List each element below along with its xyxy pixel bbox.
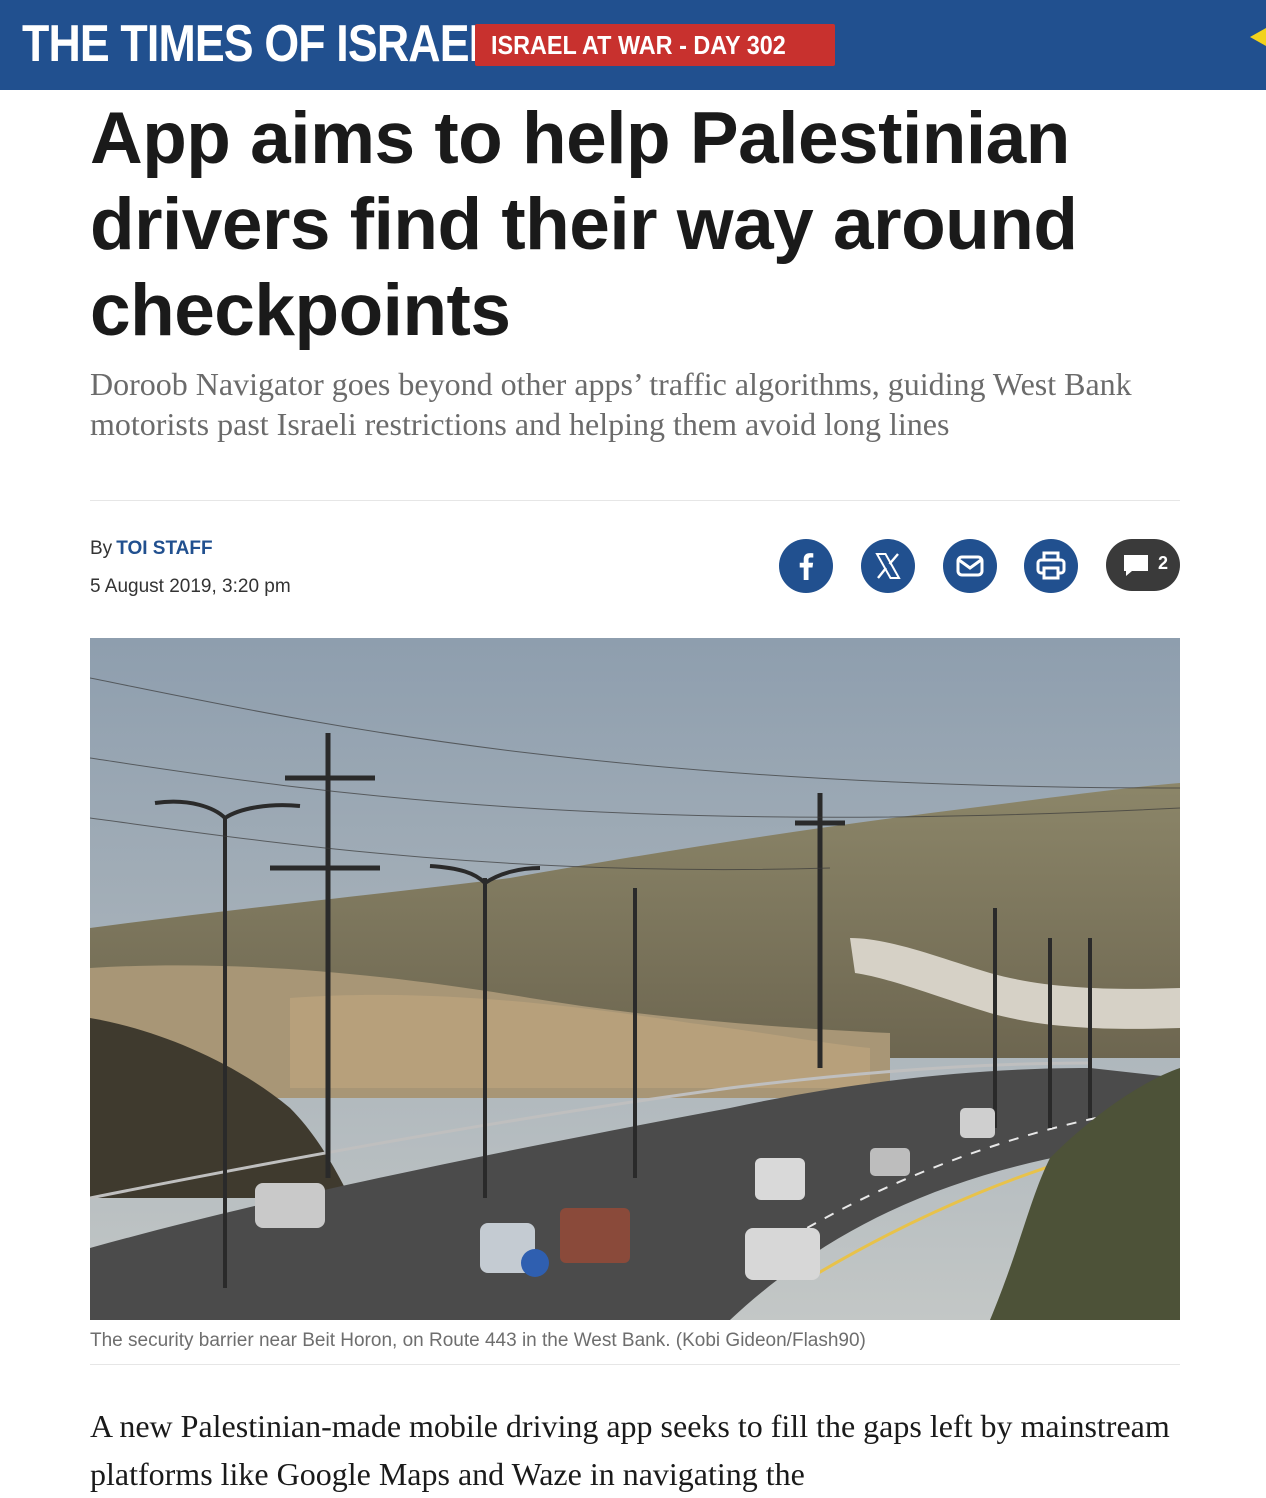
byline: By TOI STAFF xyxy=(90,538,213,560)
publish-date: 5 August 2019, 3:20 pm xyxy=(90,576,291,597)
site-logo[interactable]: THE TIMES OF ISRAEL xyxy=(22,14,496,74)
article-body-paragraph: A new Palestinian-made mobile driving ap… xyxy=(90,1408,1170,1492)
photo-caption: The security barrier near Beit Horon, on… xyxy=(90,1330,866,1351)
article-headline: App aims to help Palestinian drivers fin… xyxy=(90,98,1078,351)
x-share-button[interactable] xyxy=(861,539,915,593)
highway-barrier-photo xyxy=(90,638,1180,1320)
corner-flag-icon xyxy=(1250,28,1266,46)
facebook-share-button[interactable] xyxy=(779,539,833,593)
site-header: THE TIMES OF ISRAEL ISRAEL AT WAR - DAY … xyxy=(0,0,1266,90)
war-day-badge-label: ISRAEL AT WAR - DAY 302 xyxy=(491,30,786,60)
print-icon xyxy=(1036,551,1066,580)
article-photo xyxy=(90,638,1180,1320)
comment-icon xyxy=(1124,555,1148,576)
war-day-badge[interactable]: ISRAEL AT WAR - DAY 302 xyxy=(475,24,835,66)
divider xyxy=(90,500,1180,501)
email-share-button[interactable] xyxy=(943,539,997,593)
author-link[interactable]: TOI STAFF xyxy=(116,538,212,559)
comments-button[interactable]: 2 xyxy=(1106,539,1180,591)
print-button[interactable] xyxy=(1024,539,1078,593)
facebook-icon xyxy=(799,553,814,580)
article-subheadline: Doroob Navigator goes beyond other apps’… xyxy=(90,366,1132,442)
x-icon xyxy=(875,553,901,579)
email-icon xyxy=(956,555,984,577)
comment-count: 2 xyxy=(1158,553,1169,573)
byline-prefix: By xyxy=(90,538,113,559)
divider xyxy=(90,1364,1180,1365)
